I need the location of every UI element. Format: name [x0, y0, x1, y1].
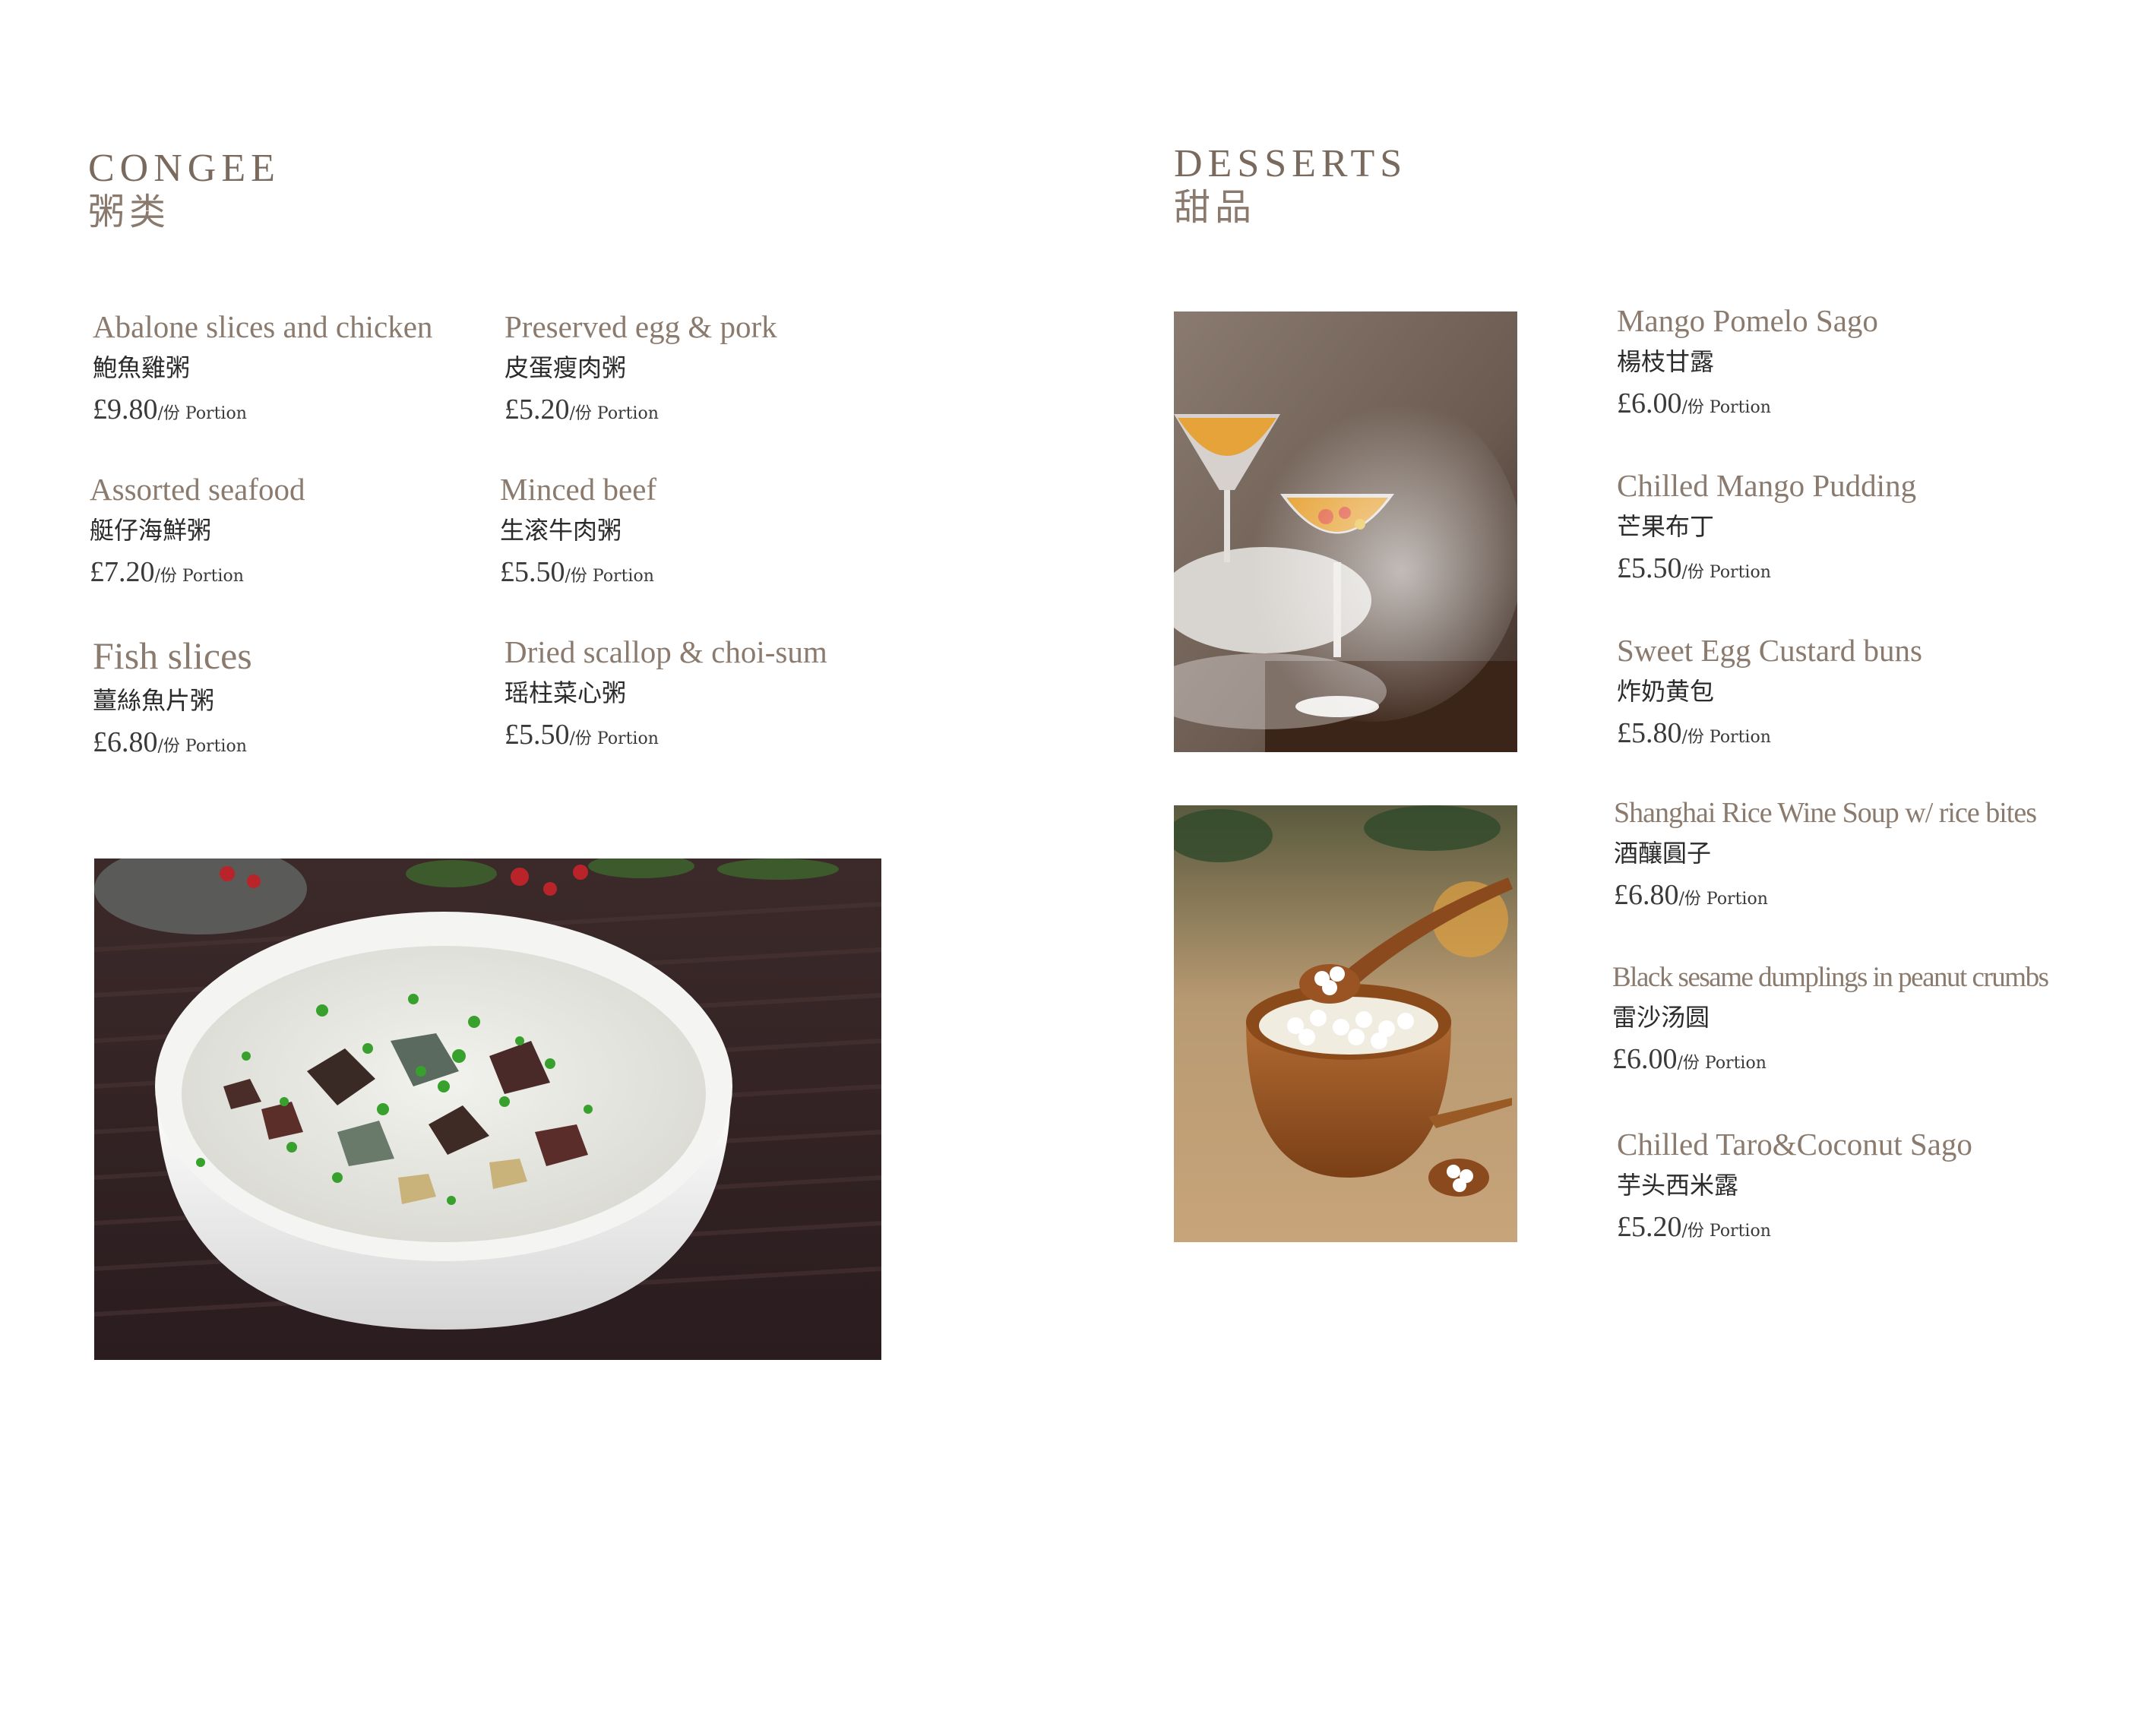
- item-price: £6.00: [1617, 387, 1682, 420]
- item-name: Preserved egg & pork: [504, 309, 777, 344]
- item-name: Chilled Taro&Coconut Sago: [1617, 1127, 1972, 1162]
- item-price: £5.50: [504, 719, 570, 751]
- menu-item-taro-coconut-sago: Chilled Taro&Coconut Sago 芋头西米露 £5.20/份 …: [1617, 1127, 2133, 1241]
- item-name: Mango Pomelo Sago: [1617, 303, 1878, 338]
- item-price: £5.80: [1617, 717, 1682, 750]
- item-name-cn: 楊枝甘露: [1617, 347, 1715, 377]
- menu-item-sesame-dumplings: Black sesame dumplings in peanut crumbs …: [1612, 962, 2144, 1074]
- item-name-cn: 瑶柱菜心粥: [504, 678, 627, 708]
- congee-title: CONGEE: [88, 147, 280, 190]
- item-name-cn: 酒釀圓子: [1614, 838, 1712, 868]
- item-name-cn: 芋头西米露: [1617, 1171, 1739, 1200]
- item-price-unit: /份 Portion: [1677, 1053, 1767, 1073]
- item-name: Abalone slices and chicken: [93, 309, 433, 344]
- item-name: Fish slices: [93, 634, 252, 677]
- menu-item-mango-pudding: Chilled Mango Pudding 芒果布丁 £5.50/份 Porti…: [1617, 468, 2133, 583]
- menu-item-preserved-egg-congee: Preserved egg & pork 皮蛋瘦肉粥 £5.20/份 Porti…: [504, 309, 930, 424]
- item-price-unit: /份 Portion: [1681, 563, 1771, 583]
- item-price-unit: /份 Portion: [1681, 398, 1771, 418]
- item-price-line: £5.50/份 Portion: [500, 558, 925, 587]
- item-price-line: £6.00/份 Portion: [1617, 389, 2133, 418]
- item-name: Minced beef: [500, 472, 657, 507]
- item-price-line: £5.20/份 Portion: [504, 395, 930, 424]
- item-price-line: £5.50/份 Portion: [1617, 554, 2133, 583]
- item-price-line: £6.80/份 Portion: [1614, 881, 2138, 909]
- item-price-line: £5.20/份 Portion: [1617, 1213, 2133, 1241]
- item-name: Shanghai Rice Wine Soup w/ rice bites: [1614, 797, 2037, 829]
- menu-item-scallop-congee: Dried scallop & choi-sum 瑶柱菜心粥 £5.50/份 P…: [504, 634, 930, 749]
- item-price-line: £6.00/份 Portion: [1612, 1045, 2144, 1074]
- item-price: £5.20: [1617, 1211, 1682, 1244]
- item-price: £5.50: [500, 556, 565, 589]
- item-name-cn: 芒果布丁: [1617, 512, 1715, 542]
- item-name: Dried scallop & choi-sum: [504, 634, 827, 669]
- item-price: £6.80: [93, 726, 158, 759]
- item-name-cn: 艇仔海鮮粥: [90, 516, 212, 545]
- item-name-cn: 生滚牛肉粥: [500, 516, 622, 545]
- mango-dessert-photo: [1174, 311, 1517, 752]
- menu-item-custard-buns: Sweet Egg Custard buns 炸奶黄包 £5.80/份 Port…: [1617, 633, 2133, 748]
- menu-item-fish-congee: Fish slices 薑絲魚片粥 £6.80/份 Portion: [93, 635, 518, 757]
- item-name: Sweet Egg Custard buns: [1617, 633, 1922, 668]
- item-price-unit: /份 Portion: [1681, 728, 1771, 748]
- item-price: £5.20: [504, 394, 570, 426]
- desserts-title: DESSERTS: [1174, 142, 1408, 185]
- item-name-cn: 鮑魚雞粥: [93, 353, 191, 383]
- item-name: Black sesame dumplings in peanut crumbs: [1612, 962, 2049, 993]
- item-price: £6.80: [1614, 878, 1679, 911]
- item-name-cn: 炸奶黄包: [1617, 677, 1715, 707]
- item-price-line: £9.80/份 Portion: [93, 395, 518, 424]
- congee-title-cn: 粥类: [88, 191, 171, 233]
- item-price-unit: /份 Portion: [565, 567, 654, 587]
- item-price-line: £7.20/份 Portion: [90, 558, 515, 587]
- item-price-line: £6.80/份 Portion: [93, 728, 518, 757]
- menu-item-seafood-congee: Assorted seafood 艇仔海鮮粥 £7.20/份 Portion: [90, 472, 515, 587]
- item-price-line: £5.80/份 Portion: [1617, 719, 2133, 748]
- congee-photo: [94, 859, 881, 1360]
- item-price-line: £5.50/份 Portion: [504, 720, 930, 749]
- menu-item-mango-pomelo-sago: Mango Pomelo Sago 楊枝甘露 £6.00/份 Portion: [1617, 303, 2133, 418]
- item-name-cn: 皮蛋瘦肉粥: [504, 353, 627, 383]
- item-price-unit: /份 Portion: [569, 404, 659, 424]
- desserts-title-cn: 甜品: [1174, 186, 1257, 229]
- item-price-unit: /份 Portion: [157, 737, 247, 757]
- menu-item-rice-wine-soup: Shanghai Rice Wine Soup w/ rice bites 酒釀…: [1614, 797, 2138, 909]
- item-price-unit: /份 Portion: [1681, 1222, 1771, 1241]
- item-price-unit: /份 Portion: [569, 729, 659, 749]
- item-price: £6.00: [1612, 1042, 1678, 1075]
- item-price-unit: /份 Portion: [1678, 889, 1768, 909]
- item-price: £5.50: [1617, 552, 1682, 585]
- item-name-cn: 雷沙汤圆: [1612, 1002, 1710, 1032]
- item-name: Chilled Mango Pudding: [1617, 468, 1917, 503]
- menu-item-minced-beef-congee: Minced beef 生滚牛肉粥 £5.50/份 Portion: [500, 472, 925, 587]
- item-name: Assorted seafood: [90, 472, 305, 507]
- item-price-unit: /份 Portion: [154, 567, 244, 587]
- item-price: £7.20: [90, 556, 155, 589]
- menu-item-abalone-congee: Abalone slices and chicken 鮑魚雞粥 £9.80/份 …: [93, 309, 518, 424]
- sago-dessert-photo: [1174, 805, 1517, 1242]
- item-price: £9.80: [93, 394, 158, 426]
- item-price-unit: /份 Portion: [157, 404, 247, 424]
- item-name-cn: 薑絲魚片粥: [93, 686, 215, 715]
